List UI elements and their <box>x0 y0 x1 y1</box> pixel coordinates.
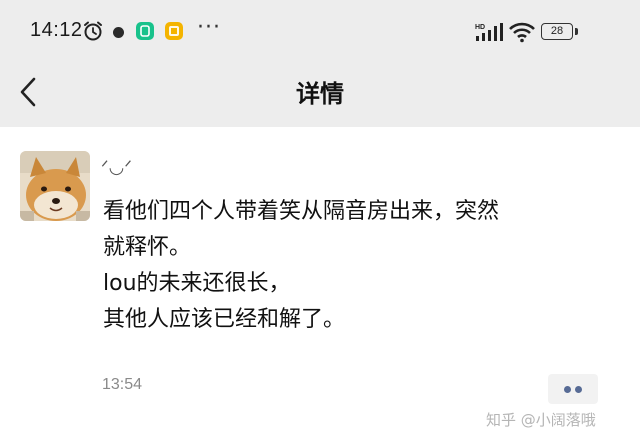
post-content: 看他们四个人带着笑从隔音房出来，突然 就释怀。 lou的未来还很长， 其他人应该… <box>103 194 603 338</box>
post-line: lou的未来还很长， <box>103 271 291 296</box>
notification-dot-icon <box>113 27 124 38</box>
green-app-icon <box>136 22 154 40</box>
status-bar: 14:12 ··· HD 28 <box>0 0 640 62</box>
post-line: 其他人应该已经和解了。 <box>103 307 346 332</box>
page-title: 详情 <box>296 80 344 108</box>
network-label: HD <box>475 24 485 31</box>
emoticon-text: ᐟ◡ᐟ <box>101 157 132 178</box>
post-timestamp: 13:54 <box>102 376 143 393</box>
top-bar: 14:12 ··· HD 28 详情 <box>0 0 640 127</box>
more-notifications-icon: ··· <box>197 15 221 40</box>
alarm-clock-icon <box>84 21 102 41</box>
sad-emoticon: ᐟ◡ᐟ <box>101 157 132 178</box>
wifi-icon <box>509 22 535 43</box>
status-time: 14:12 <box>30 19 83 41</box>
avatar[interactable] <box>20 151 90 221</box>
battery-indicator: 28 <box>541 23 573 40</box>
shiba-dog-avatar-image <box>20 151 90 221</box>
post-line: 看他们四个人带着笑从隔音房出来，突然 <box>103 199 500 224</box>
watermark: 知乎 @小阔落哦 <box>486 411 596 429</box>
header: 详情 <box>0 62 640 127</box>
battery-tip <box>575 28 578 35</box>
signal-icon: HD <box>475 23 503 41</box>
yellow-app-icon <box>165 22 183 40</box>
dot-icon <box>575 386 582 393</box>
like-comment-button[interactable] <box>548 374 598 404</box>
post-line: 就释怀。 <box>103 235 192 260</box>
dot-icon <box>564 386 571 393</box>
